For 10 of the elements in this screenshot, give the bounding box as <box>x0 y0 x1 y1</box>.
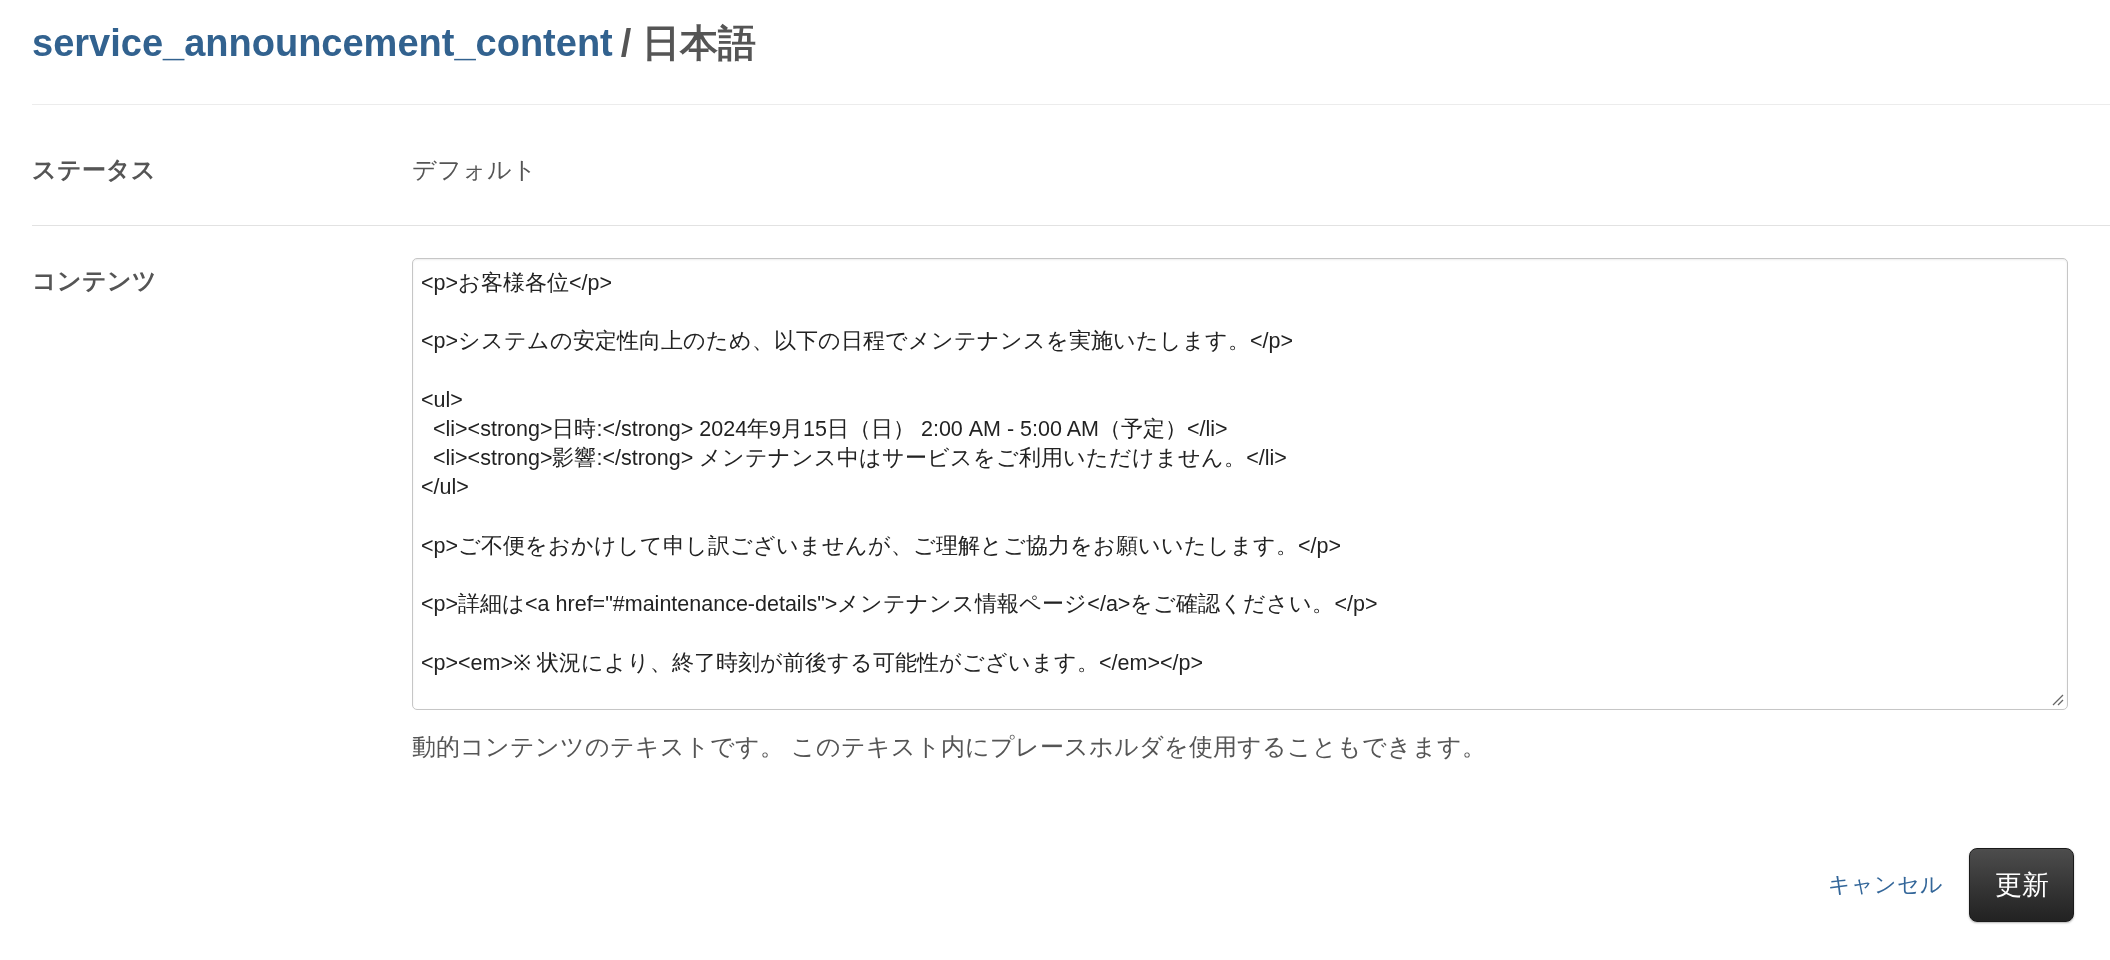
help-text: 動的コンテンツのテキストです。 このテキスト内にプレースホルダを使用することもできます。 <box>412 732 1486 762</box>
field-label: コンテンツ <box>32 266 157 296</box>
field-value: デフォルト <box>412 155 537 185</box>
page-title: / 日本語 <box>620 21 756 65</box>
field-label: ステータス <box>32 155 156 185</box>
breadcrumb-link[interactable]: service_announcement_content <box>32 21 613 65</box>
resize-handle-icon[interactable] <box>2052 694 2064 706</box>
update-button[interactable]: 更新 <box>1969 848 2074 922</box>
content-textarea[interactable]: <p>お客様各位</p> <p>システムの安定性向上のため、以下の日程でメンテナンスを実施いたします。</p> <ul> <li><strong>日時:</strong> 2024年9月15日（日） 2:00 AM - 5:00 AM（予定）</li> <li><strong>影響:</strong> メンテナンス中はサービスをご利用いただけません。</li> </ul> <p>ご不便をおかけして申し訳ございませんが、ご理解とご協力をお願いいたします。</p> <p>詳細は<a href="#maintenance-details">メンテナンス情報ページ</a>をご確認ください。</p> <p><em>※ 状況により、終了時刻が前後する可能性がございます。</em></p> <box>412 258 2068 710</box>
cancel-link[interactable]: キャンセル <box>1828 871 1943 899</box>
